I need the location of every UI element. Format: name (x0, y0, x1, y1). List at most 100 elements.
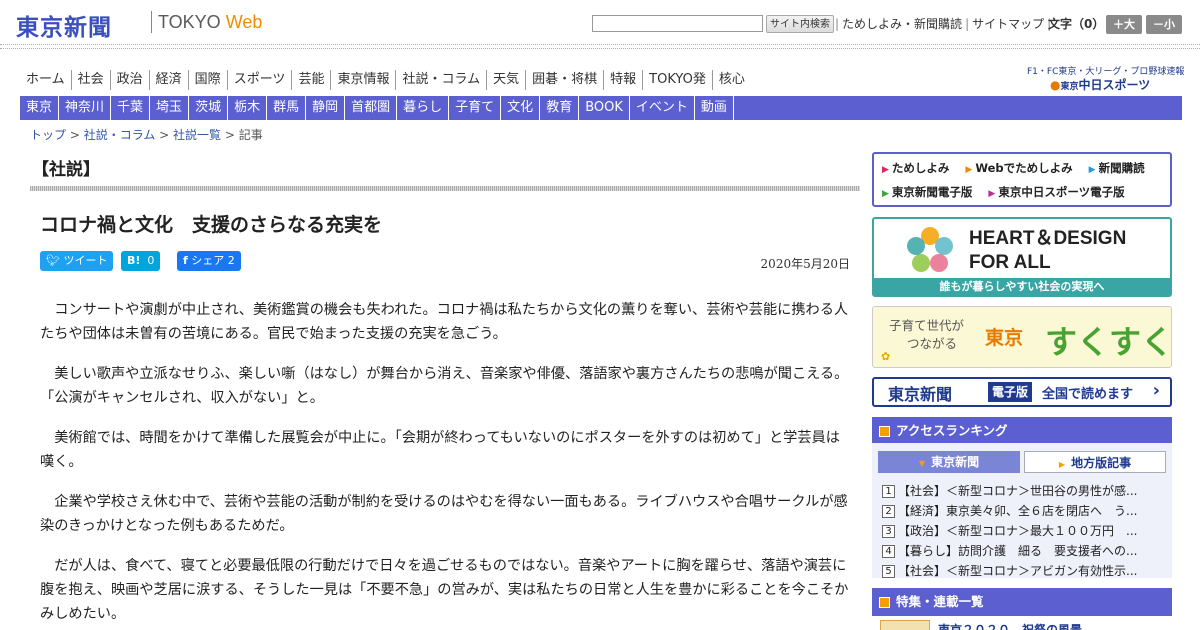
logo-divider (151, 11, 152, 33)
region-ibaraki[interactable]: 茨城 (189, 96, 229, 120)
header-divider (0, 48, 1200, 49)
chunichi-brand-small: 東京 (1060, 82, 1079, 92)
nav-go-shogi[interactable]: 囲碁・将棋 (525, 70, 603, 90)
header-divider (0, 44, 1200, 45)
tab-label: 東京新聞 (931, 455, 980, 469)
article-date: 2020年5月20日 (760, 257, 850, 271)
breadcrumb-editorial-column[interactable]: 社説・コラム (84, 128, 156, 142)
nav-society[interactable]: 社会 (70, 70, 110, 90)
nav-special-report[interactable]: 特報 (603, 70, 642, 90)
nav-international[interactable]: 国際 (187, 70, 227, 90)
rank-text: 【政治】＜新型コロナ＞最大１００万円 ... (898, 524, 1138, 538)
ranking-item[interactable]: 2 【経済】東京美々卯、全６店を閉店へ う... (882, 501, 1164, 521)
ql-label: 東京新聞電子版 (891, 185, 973, 199)
facebook-share-button[interactable]: f シェア 2 (177, 251, 241, 271)
font-bigger-button[interactable]: ＋大 (1106, 15, 1142, 34)
ql-digital-edition[interactable]: ▶ 東京新聞電子版 (882, 184, 980, 200)
chunichi-sports-logo[interactable]: ●東京中日スポーツ (1050, 76, 1150, 93)
header-link-trial-subscribe[interactable]: ためしよみ・新聞購読 (842, 16, 962, 32)
triangle-right-icon: ▶ (882, 165, 889, 175)
tweet-label: ツイート (63, 254, 108, 267)
main-nav: ホーム 社会 政治 経済 国際 スポーツ 芸能 東京情報 社説・コラム 天気 囲碁・将棋 特報 TOKY… (20, 70, 751, 90)
square-bullet-icon (879, 597, 890, 608)
regional-nav: 東京 神奈川 千葉 埼玉 茨城 栃木 群馬 静岡 首都圏 暮らし 子育て 文化 教育 BOOK イベント 動画 (20, 96, 1182, 120)
region-shizuoka[interactable]: 静岡 (306, 96, 346, 120)
region-saitama[interactable]: 埼玉 (150, 96, 190, 120)
quick-links-box: ▶ ためしよみ ▶ Webでためしよみ ▶ 新聞購読 ▶ 東京新聞電子版 ▶ 東京中日スポーツ電… (872, 152, 1172, 207)
article-body: コンサートや演劇が中止され、美術鑑賞の機会も失われた。コロナ禍は私たちから文化の… (40, 298, 850, 630)
tweet-button[interactable]: 🐦︎ ツイート (40, 251, 114, 271)
square-bullet-icon (879, 426, 890, 437)
ql-chunichi-digital[interactable]: ▶ 東京中日スポーツ電子版 (988, 184, 1132, 200)
nav-politics[interactable]: 政治 (109, 70, 149, 90)
heart-design-title: HEART＆DESIGN FOR ALL (969, 227, 1126, 275)
nav-culture[interactable]: 文化 (501, 96, 541, 120)
region-gunma[interactable]: 群馬 (267, 96, 307, 120)
facebook-icon: f (183, 254, 188, 267)
hatena-bookmark-button[interactable]: B! 0 (121, 251, 161, 271)
nav-economy[interactable]: 経済 (148, 70, 188, 90)
sukusuku-line: つながる (907, 336, 958, 351)
sun-icon: ● (1050, 78, 1061, 92)
rank-text: 【社会】＜新型コロナ＞世田谷の男性が感... (898, 484, 1138, 498)
tab-tokyo-shimbun[interactable]: ▼ 東京新聞 (878, 451, 1020, 473)
feature-item[interactable]: 東京２０２０ 祝祭の風景 (872, 614, 1172, 630)
heart-design-banner[interactable]: HEART＆DESIGN FOR ALL 誰もが暮らしやすい社会の実現へ (872, 217, 1172, 297)
flower-logo-icon (907, 227, 953, 272)
triangle-down-icon: ▼ (918, 459, 926, 468)
font-smaller-button[interactable]: －小 (1146, 15, 1182, 34)
ql-web-trial[interactable]: ▶ Webでためしよみ (965, 160, 1080, 176)
breadcrumb-editorial-list[interactable]: 社説一覧 (173, 128, 221, 142)
features-header: 特集・連載一覧 (872, 588, 1172, 616)
ql-subscribe[interactable]: ▶ 新聞購読 (1089, 160, 1153, 176)
ql-label: ためしよみ (891, 161, 950, 175)
nav-weather[interactable]: 天気 (486, 70, 525, 90)
ranking-item[interactable]: 4 【暮らし】訪問介護 細る 要支援者への... (882, 541, 1164, 561)
breadcrumb-top[interactable]: トップ (30, 128, 66, 142)
sukusuku-title: すくすく (1045, 323, 1172, 361)
digital-edition-banner[interactable]: 東京新聞 電子版 全国で読めます › (872, 377, 1172, 407)
region-metropolitan[interactable]: 首都圏 (345, 96, 398, 120)
header-link-sitemap[interactable]: サイトマップ (972, 16, 1044, 32)
nav-home[interactable]: ホーム (20, 70, 71, 90)
region-tochigi[interactable]: 栃木 (228, 96, 268, 120)
nav-sports[interactable]: スポーツ (226, 70, 292, 90)
ranking-item[interactable]: 1 【社会】＜新型コロナ＞世田谷の男性が感... (882, 481, 1164, 501)
ranking-item[interactable]: 5 【社会】＜新型コロナ＞アビガン有効性示... (882, 561, 1164, 581)
ranking-box: ▼ 東京新聞 ▶ 地方版記事 1 【社会】＜新型コロナ＞世田谷の男性が感... 2 【経… (872, 443, 1172, 578)
ranking-item[interactable]: 3 【政治】＜新型コロナ＞最大１００万円 ... (882, 521, 1164, 541)
region-chiba[interactable]: 千葉 (111, 96, 151, 120)
region-kanagawa[interactable]: 神奈川 (59, 96, 112, 120)
nav-editorial-column[interactable]: 社説・コラム (395, 70, 486, 90)
rank-text: 【経済】東京美々卯、全６店を閉店へ う... (898, 504, 1138, 518)
nav-living[interactable]: 暮らし (397, 96, 450, 120)
site-search-button[interactable]: サイト内検索 (766, 15, 834, 33)
sukusuku-tokyo: 東京 (985, 327, 1024, 349)
tokyo-web-logo[interactable]: TOKYO Web (158, 12, 262, 33)
tab-local-articles[interactable]: ▶ 地方版記事 (1024, 451, 1166, 473)
nav-video[interactable]: 動画 (695, 96, 734, 120)
ranking-header: アクセスランキング (872, 417, 1172, 445)
breadcrumb: トップ > 社説・コラム > 社説一覧 > 記事 (30, 128, 263, 142)
ql-trial-read[interactable]: ▶ ためしよみ (882, 160, 957, 176)
site-header: 東京新聞 TOKYO Web サイト内検索 | ためしよみ・新聞購読 | サイトマップ… (0, 0, 1200, 46)
quick-links-row: ▶ ためしよみ ▶ Webでためしよみ ▶ 新聞購読 (882, 160, 1161, 176)
nav-education[interactable]: 教育 (540, 96, 580, 120)
heart-design-line: HEART＆DESIGN (969, 228, 1127, 249)
header-links: | ためしよみ・新聞購読 | サイトマップ | (832, 16, 1054, 32)
twitter-bird-icon: 🐦︎ (46, 254, 60, 267)
flower-icon: ✿ (881, 350, 891, 363)
nav-book[interactable]: BOOK (579, 96, 630, 120)
nav-parenting[interactable]: 子育て (449, 96, 502, 120)
nav-tokyo-hatsu[interactable]: TOKYO発 (642, 70, 712, 90)
nav-events[interactable]: イベント (630, 96, 695, 120)
nav-entertainment[interactable]: 芸能 (291, 70, 330, 90)
site-search-input[interactable] (592, 15, 763, 32)
region-tokyo[interactable]: 東京 (20, 96, 60, 120)
link-divider: | (835, 17, 840, 31)
nav-tokyo-info[interactable]: 東京情報 (330, 70, 395, 90)
tab-label: 地方版記事 (1071, 456, 1132, 470)
sukusuku-banner[interactable]: 子育て世代が つながる ✿ 東京 すくすく (872, 306, 1172, 368)
nav-kakushin[interactable]: 核心 (711, 70, 751, 90)
site-logo[interactable]: 東京新聞 (16, 8, 112, 42)
